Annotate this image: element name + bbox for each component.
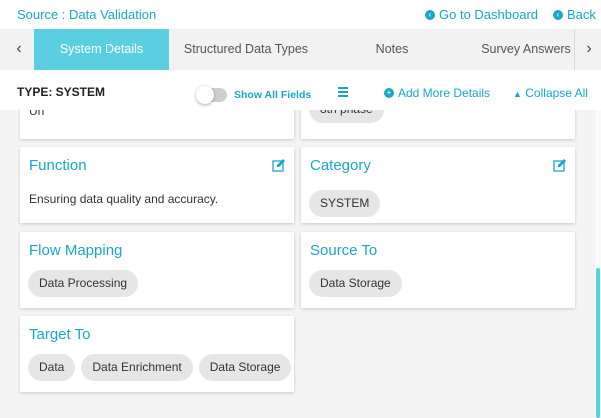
- tab-bar: ‹ System Details Structured Data Types N…: [0, 29, 601, 70]
- type-label: TYPE: SYSTEM: [17, 85, 106, 99]
- plus-circle-icon: +: [384, 88, 394, 98]
- chip-data-storage: Data Storage: [309, 270, 402, 297]
- chip-data-enrichment: Data Enrichment: [81, 354, 193, 381]
- show-all-fields-label[interactable]: Show All Fields: [234, 89, 311, 101]
- collapse-all-label: Collapse All: [525, 86, 588, 100]
- tab-structured-data-types[interactable]: Structured Data Types: [175, 29, 317, 70]
- category-title: Category: [310, 157, 371, 174]
- function-title: Function: [29, 157, 87, 174]
- chip-data-processing: Data Processing: [28, 270, 139, 297]
- back-link[interactable]: ‹ Back: [553, 7, 596, 22]
- go-to-dashboard-link[interactable]: ‹ Go to Dashboard: [425, 7, 538, 22]
- caret-up-icon: ▲: [513, 89, 522, 99]
- chip-data-storage: Data Storage: [198, 354, 292, 381]
- flow-mapping-chips: Data Processing: [28, 270, 139, 297]
- menu-icon[interactable]: [338, 87, 350, 97]
- arrow-left-circle-icon: ‹: [425, 9, 435, 20]
- scrollbar-thumb[interactable]: [596, 268, 600, 418]
- collapse-all-button[interactable]: ▲ Collapse All: [513, 86, 588, 100]
- back-label: Back: [567, 7, 596, 22]
- add-more-details-label: Add More Details: [398, 86, 491, 100]
- flow-mapping-title: Flow Mapping: [29, 242, 123, 259]
- tab-survey-answers[interactable]: Survey Answers: [470, 29, 582, 70]
- go-to-dashboard-label: Go to Dashboard: [439, 7, 539, 22]
- details-toolbar: TYPE: SYSTEM Show All Fields + Add More …: [0, 70, 601, 110]
- target-to-chips: Data Data Enrichment Data Storage: [28, 354, 292, 381]
- top-bar: Source : Data Validation ‹ Go to Dashboa…: [0, 0, 601, 30]
- target-to-title: Target To: [29, 326, 91, 343]
- category-card: Category SYSTEM: [301, 147, 575, 223]
- chip-data: Data: [28, 354, 76, 381]
- chip-system: SYSTEM: [309, 190, 381, 217]
- source-to-chips: Data Storage: [309, 270, 402, 297]
- edit-icon[interactable]: [272, 158, 286, 172]
- tab-notes[interactable]: Notes: [340, 29, 444, 70]
- partial-card-text: Un: [29, 110, 45, 118]
- source-label: Source : Data Validation: [17, 7, 157, 22]
- chevron-right-icon[interactable]: ›: [576, 29, 601, 70]
- arrow-left-circle-icon: ‹: [553, 9, 563, 20]
- chip: 8th phase: [309, 110, 384, 123]
- source-to-title: Source To: [310, 242, 378, 259]
- tab-system-details[interactable]: System Details: [34, 29, 169, 70]
- source-to-card: Source To Data Storage: [301, 232, 575, 308]
- flow-mapping-card: Flow Mapping Data Processing: [20, 232, 294, 308]
- chevron-left-icon[interactable]: ‹: [2, 29, 36, 70]
- function-text: Ensuring data quality and accuracy.: [29, 192, 219, 206]
- details-content: Un 8th phase Function Ensuring data qual…: [0, 110, 601, 418]
- function-card: Function Ensuring data quality and accur…: [20, 147, 294, 223]
- category-chips: SYSTEM: [309, 190, 381, 217]
- show-all-fields-toggle[interactable]: [196, 86, 227, 104]
- tab-divider: [574, 29, 575, 70]
- partial-card-chips: 8th phase: [309, 110, 384, 123]
- toggle-knob: [196, 86, 214, 104]
- add-more-details-button[interactable]: + Add More Details: [384, 86, 490, 100]
- edit-icon[interactable]: [553, 158, 567, 172]
- partial-card-right: 8th phase: [301, 110, 575, 139]
- target-to-card: Target To Data Data Enrichment Data Stor…: [20, 316, 294, 392]
- partial-card-left: Un: [20, 110, 294, 139]
